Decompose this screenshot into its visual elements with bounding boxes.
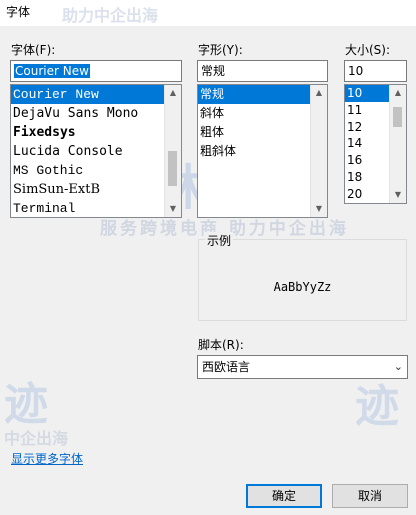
font-input[interactable]: Courier New xyxy=(10,60,182,82)
script-select[interactable]: 西欧语言 ⌄ xyxy=(197,355,408,379)
list-item[interactable]: 常规 xyxy=(198,85,310,104)
list-item[interactable]: MS Gothic xyxy=(11,161,164,180)
font-list[interactable]: Courier New DejaVu Sans Mono Fixedsys Lucid… xyxy=(10,84,182,218)
style-input-value: 常规 xyxy=(201,64,226,78)
list-item[interactable]: 12 xyxy=(345,119,389,136)
sample-text: AaBbYyZz xyxy=(273,280,332,294)
list-item[interactable]: SimSun-ExtB xyxy=(11,180,164,199)
scroll-thumb[interactable] xyxy=(168,151,177,186)
scroll-thumb[interactable] xyxy=(393,107,402,127)
scroll-down-icon[interactable]: ▼ xyxy=(390,187,406,203)
watermark-right-logo: 迹 xyxy=(355,381,399,432)
style-list-scrollbar[interactable]: ▲ ▼ xyxy=(310,85,327,217)
sample-label: 示例 xyxy=(205,232,234,249)
size-label: 大小(S): xyxy=(345,43,391,57)
size-list[interactable]: 10 11 12 14 16 18 20 ▲ ▼ xyxy=(344,84,407,204)
style-label: 字形(Y): xyxy=(198,43,243,57)
list-item[interactable]: 斜体 xyxy=(198,104,310,123)
watermark-left-slogan: 中企出海 xyxy=(4,429,69,448)
scroll-up-icon[interactable]: ▲ xyxy=(311,85,327,101)
list-item[interactable]: 10 xyxy=(345,85,389,102)
font-list-scrollbar[interactable]: ▲ ▼ xyxy=(164,85,181,217)
size-input[interactable]: 10 xyxy=(344,60,407,82)
script-label: 脚本(R): xyxy=(198,338,244,352)
list-item[interactable]: 粗斜体 xyxy=(198,142,310,161)
list-item[interactable]: DejaVu Sans Mono xyxy=(11,104,164,123)
font-input-value: Courier New xyxy=(14,64,90,78)
style-list-items: 常规 斜体 粗体 粗斜体 xyxy=(198,85,327,161)
script-select-value: 西欧语言 xyxy=(202,360,251,374)
scroll-down-icon[interactable]: ▼ xyxy=(165,201,181,217)
size-list-scrollbar[interactable]: ▲ ▼ xyxy=(389,85,406,203)
style-list[interactable]: 常规 斜体 粗体 粗斜体 ▲ ▼ xyxy=(197,84,328,218)
cancel-button[interactable]: 取消 xyxy=(332,484,408,508)
title-bar xyxy=(0,0,416,26)
style-input[interactable]: 常规 xyxy=(197,60,328,82)
list-item[interactable]: Lucida Console xyxy=(11,142,164,161)
list-item[interactable]: 16 xyxy=(345,152,389,169)
list-item[interactable]: 14 xyxy=(345,135,389,152)
list-item[interactable]: Terminal xyxy=(11,199,164,217)
scroll-up-icon[interactable]: ▲ xyxy=(165,85,181,101)
watermark-left-logo: 迹 xyxy=(4,379,48,430)
list-item[interactable]: 18 xyxy=(345,169,389,186)
scroll-up-icon[interactable]: ▲ xyxy=(390,85,406,101)
chevron-down-icon: ⌄ xyxy=(393,360,403,373)
list-item[interactable]: Fixedsys xyxy=(11,123,164,142)
ok-button[interactable]: 确定 xyxy=(246,484,322,508)
font-list-items: Courier New DejaVu Sans Mono Fixedsys Lucid… xyxy=(11,85,181,217)
font-label: 字体(F): xyxy=(11,43,56,57)
window-title: 字体 xyxy=(6,5,31,19)
list-item[interactable]: Courier New xyxy=(11,85,164,104)
list-item[interactable]: 11 xyxy=(345,102,389,119)
scroll-down-icon[interactable]: ▼ xyxy=(311,201,327,217)
list-item[interactable]: 粗体 xyxy=(198,123,310,142)
size-input-value: 10 xyxy=(348,64,364,78)
show-more-fonts-link[interactable]: 显示更多字体 xyxy=(11,450,83,467)
list-item[interactable]: 20 xyxy=(345,186,389,203)
